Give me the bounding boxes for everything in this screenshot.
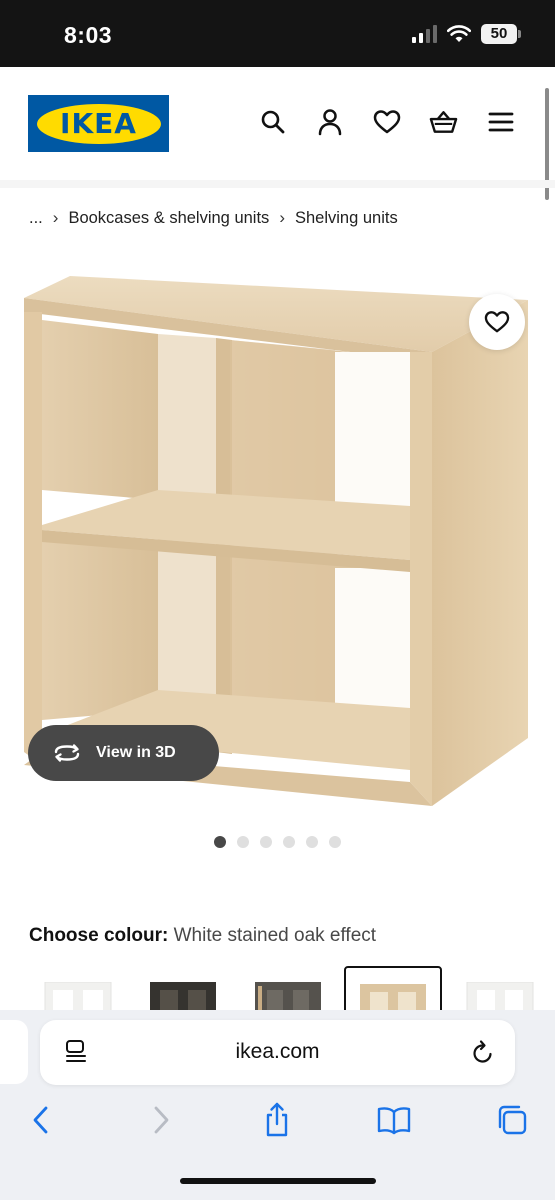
address-bar[interactable]: ikea.com (40, 1020, 515, 1085)
cellular-signal-icon (412, 25, 437, 43)
status-time: 8:03 (64, 22, 113, 48)
url-text: ikea.com (235, 1040, 320, 1063)
gallery-dot[interactable] (283, 836, 295, 848)
colour-swatches (0, 966, 555, 1016)
gallery-dot[interactable] (237, 836, 249, 848)
gallery-pagination (214, 836, 341, 848)
gallery-dot[interactable] (260, 836, 272, 848)
browser-toolbar (0, 1098, 555, 1148)
breadcrumb: ... › Bookcases & shelving units › Shelv… (29, 208, 398, 228)
chevron-right-icon: › (279, 208, 285, 227)
ikea-logo[interactable]: IKEA (28, 95, 169, 152)
status-bar: 8:03 50 (0, 0, 555, 67)
choose-colour-label: Choose colour: (29, 925, 169, 946)
swatch-black-brown[interactable] (134, 966, 232, 1016)
swatch-white-stained-oak[interactable] (344, 966, 442, 1016)
swatch-white[interactable] (29, 966, 127, 1016)
view-in-3d-button[interactable]: View in 3D (28, 725, 219, 781)
tabs-icon[interactable] (490, 1098, 534, 1142)
previous-tab-preview[interactable] (0, 1020, 28, 1084)
gallery-dot[interactable] (306, 836, 318, 848)
gallery-dot[interactable] (329, 836, 341, 848)
header-icons (258, 107, 515, 136)
gallery-dot[interactable] (214, 836, 226, 848)
swatch-white-2[interactable] (451, 966, 549, 1016)
site-header: IKEA (0, 67, 555, 187)
swatch-grey-oak[interactable] (239, 966, 337, 1016)
breadcrumb-ellipsis[interactable]: ... (29, 209, 43, 228)
header-divider (0, 180, 555, 188)
add-to-favourites-button[interactable] (469, 294, 525, 350)
heart-icon (484, 311, 510, 333)
selected-colour-value: White stained oak effect (173, 925, 377, 946)
bookmarks-icon[interactable] (372, 1098, 416, 1142)
breadcrumb-bookcases[interactable]: Bookcases & shelving units (68, 209, 269, 228)
logo-text: IKEA (60, 107, 137, 140)
favourites-icon[interactable] (372, 107, 401, 136)
battery-icon: 50 (481, 24, 521, 44)
chevron-right-icon: › (52, 208, 59, 227)
share-icon[interactable] (255, 1098, 299, 1142)
menu-icon[interactable] (486, 107, 515, 136)
shopping-bag-icon[interactable] (429, 107, 458, 136)
search-icon[interactable] (258, 107, 287, 136)
wifi-icon (447, 25, 471, 42)
colour-selection-label: Choose colour: White stained oak effect (29, 925, 376, 947)
view-in-3d-label: View in 3D (96, 744, 176, 761)
breadcrumb-shelving-units[interactable]: Shelving units (295, 209, 398, 228)
battery-level: 50 (490, 25, 508, 42)
home-indicator (180, 1178, 376, 1184)
account-icon[interactable] (315, 107, 344, 136)
reload-icon[interactable] (471, 1038, 495, 1066)
forward-icon[interactable] (139, 1098, 183, 1142)
rotate-3d-icon (54, 744, 80, 762)
status-icons: 50 (412, 24, 521, 44)
back-icon[interactable] (19, 1098, 63, 1142)
